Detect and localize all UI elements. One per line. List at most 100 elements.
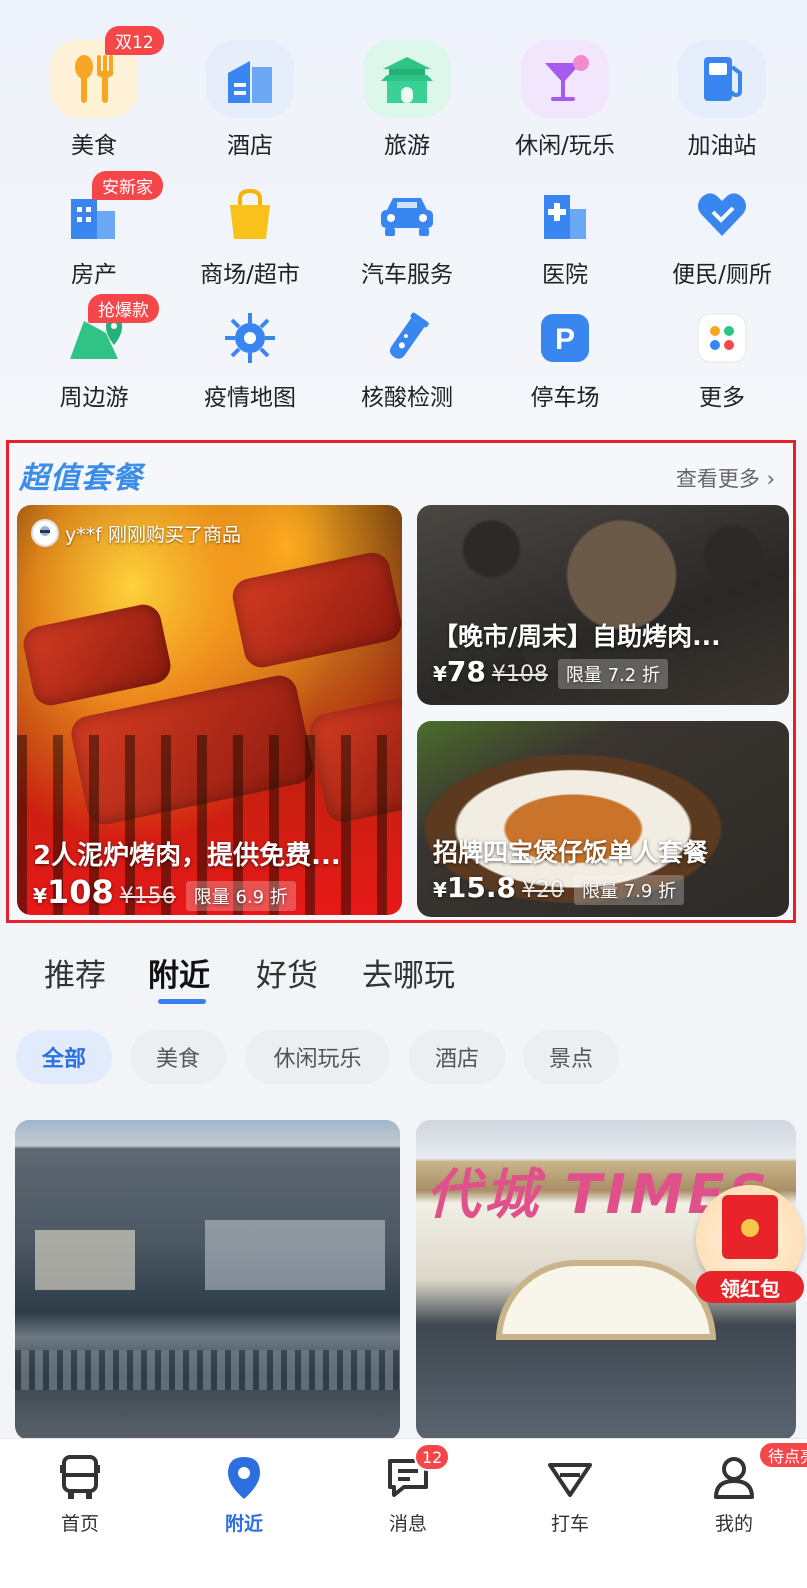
hospital-icon (533, 183, 597, 247)
filter-chips: 全部 美食 休闲玩乐 酒店 景点 (0, 1030, 807, 1086)
price-current: 108 (46, 873, 114, 911)
category-hotel[interactable]: 酒店 (171, 40, 329, 160)
category-label: 旅游 (384, 133, 430, 159)
map-pin-icon: 抢爆款 (62, 294, 159, 370)
category-label: 停车场 (530, 385, 600, 411)
chip-scenic[interactable]: 景点 (523, 1030, 619, 1084)
category-label: 加油站 (687, 133, 757, 159)
currency-symbol: ¥ (433, 878, 447, 902)
chip-food[interactable]: 美食 (130, 1030, 226, 1084)
tab-nearby[interactable]: 附近 (148, 950, 210, 995)
price-original: ¥20 (522, 878, 565, 903)
package-name: 【晚市/周末】自助烤肉... (433, 622, 721, 651)
nav-nearby[interactable]: 附近 (184, 1453, 304, 1563)
package-card-bbq[interactable]: y**f 刚刚购买了商品 2人泥炉烤肉，提供免费... ¥ 108 ¥156 限… (17, 505, 402, 915)
tab-where-to-go[interactable]: 去哪玩 (362, 950, 455, 995)
package-name: 招牌四宝煲仔饭单人套餐 (433, 838, 709, 867)
virus-icon (218, 306, 282, 370)
category-label: 更多 (699, 385, 745, 411)
category-hospital[interactable]: 医院 (486, 183, 644, 303)
nav-messages[interactable]: 12 消息 (348, 1443, 468, 1563)
red-packet-label: 领红包 (696, 1271, 804, 1303)
nav-label: 打车 (550, 1513, 589, 1535)
shopping-bag-icon (218, 183, 282, 247)
category-row: 安新家 房产 商场/超市 汽车服务 医院 便民/厕所 (0, 171, 807, 303)
category-travel[interactable]: 旅游 (328, 40, 486, 160)
nav-label: 首页 (60, 1513, 99, 1535)
category-leisure[interactable]: 休闲/玩乐 (486, 40, 644, 160)
red-envelope-icon (722, 1195, 778, 1259)
discount-tag: 限量 7.2 折 (557, 659, 668, 689)
nav-label: 我的 (714, 1513, 753, 1535)
message-count-badge: 12 (414, 1443, 451, 1471)
category-label: 汽车服务 (361, 262, 453, 288)
discount-tag: 限量 6.9 折 (185, 881, 296, 911)
bus-icon (56, 1453, 104, 1501)
category-label: 医院 (542, 262, 588, 288)
category-label: 疫情地图 (204, 385, 296, 411)
category-row: 抢爆款 周边游 疫情地图 核酸检测 P 停车场 更多 (0, 294, 807, 426)
section-title: 超值套餐 (19, 461, 143, 496)
category-parking[interactable]: P 停车场 (486, 306, 644, 426)
category-convenience[interactable]: 便民/厕所 (643, 183, 801, 303)
car-icon (375, 183, 439, 247)
currency-symbol: ¥ (33, 884, 47, 908)
view-more-link[interactable]: 查看更多 › (676, 463, 775, 493)
category-real-estate[interactable]: 安新家 房产 (15, 171, 173, 303)
chip-hotel[interactable]: 酒店 (409, 1030, 505, 1084)
category-label: 周边游 (59, 385, 129, 411)
red-packet-button[interactable]: 领红包 (696, 1185, 806, 1305)
heart-hand-icon (690, 183, 754, 247)
feed-card[interactable] (15, 1120, 400, 1440)
message-icon: 12 (384, 1443, 451, 1501)
package-card-buffet[interactable]: 【晚市/周末】自助烤肉... ¥ 78 ¥108 限量 7.2 折 (417, 505, 789, 705)
tab-goods[interactable]: 好货 (256, 950, 318, 995)
nav-label: 附近 (224, 1513, 263, 1535)
category-label: 便民/厕所 (672, 262, 772, 288)
category-label: 酒店 (227, 133, 273, 159)
price-original: ¥108 (491, 662, 548, 687)
currency-symbol: ¥ (433, 662, 447, 686)
food-image (229, 549, 402, 671)
value-package-section: 超值套餐 查看更多 › y**f 刚刚购买了商品 2人泥炉烤肉，提供免费... … (6, 440, 796, 923)
storefront-image (35, 1230, 135, 1290)
chip-leisure[interactable]: 休闲玩乐 (245, 1030, 390, 1084)
active-tab-indicator (158, 999, 206, 1004)
feed-tabs: 推荐 附近 好货 去哪玩 (0, 940, 807, 1010)
category-nearby-tour[interactable]: 抢爆款 周边游 (15, 294, 173, 426)
chip-all[interactable]: 全部 (16, 1030, 112, 1084)
category-badge: 抢爆款 (88, 294, 159, 323)
status-badge: 待点亮 (758, 1441, 807, 1469)
nav-home[interactable]: 首页 (20, 1453, 140, 1563)
category-epidemic-map[interactable]: 疫情地图 (171, 306, 329, 426)
more-dots-icon (690, 306, 754, 370)
price-original: ¥156 (119, 884, 176, 909)
package-price: ¥ 15.8 ¥20 限量 7.9 折 (433, 871, 685, 905)
category-label: 美食 (71, 133, 117, 159)
category-food[interactable]: 双12 美食 (15, 26, 173, 160)
category-badge: 双12 (105, 26, 164, 55)
category-mall[interactable]: 商场/超市 (171, 183, 329, 303)
package-price: ¥ 108 ¥156 限量 6.9 折 (33, 873, 296, 911)
package-price: ¥ 78 ¥108 限量 7.2 折 (433, 655, 668, 689)
category-label: 休闲/玩乐 (515, 133, 615, 159)
category-row: 双12 美食 酒店 旅游 休闲/玩乐 加油站 (0, 26, 807, 160)
category-gas-station[interactable]: 加油站 (643, 40, 801, 160)
category-more[interactable]: 更多 (643, 306, 801, 426)
package-card-claypot-rice[interactable]: 招牌四宝煲仔饭单人套餐 ¥ 15.8 ¥20 限量 7.9 折 (417, 721, 789, 917)
real-estate-icon: 安新家 (62, 171, 163, 247)
travel-icon (363, 40, 451, 118)
buyer-text: y**f 刚刚购买了商品 (65, 523, 241, 546)
hotel-icon (206, 40, 294, 118)
category-nucleic-test[interactable]: 核酸检测 (328, 306, 486, 426)
food-image (20, 601, 174, 709)
user-icon: 待点亮 (710, 1441, 807, 1501)
category-car-service[interactable]: 汽车服务 (328, 183, 486, 303)
dome-image (496, 1260, 716, 1340)
category-label: 核酸检测 (361, 385, 453, 411)
nav-mine[interactable]: 待点亮 我的 (674, 1441, 807, 1563)
avatar (31, 519, 59, 547)
tab-recommend[interactable]: 推荐 (44, 950, 106, 995)
nav-taxi[interactable]: 打车 (510, 1453, 630, 1563)
category-label: 商场/超市 (200, 262, 300, 288)
